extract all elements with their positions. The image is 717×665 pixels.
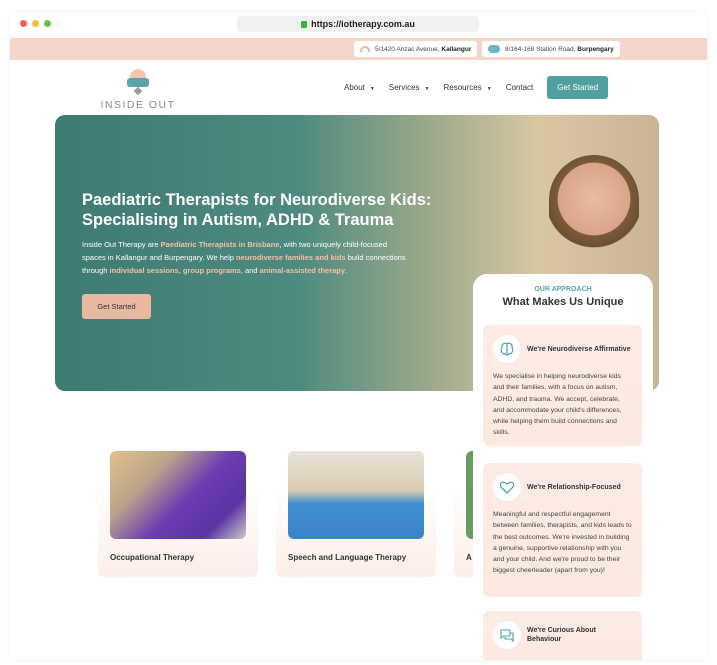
brain-icon	[493, 335, 521, 363]
rainbow-icon	[360, 46, 370, 52]
link-animal-assisted[interactable]: animal-assisted therapy	[260, 266, 345, 275]
address-bar[interactable]: https://iotherapy.com.au	[237, 16, 479, 32]
hero-title: Paediatric Therapists for Neurodiverse K…	[82, 191, 432, 229]
lotus-logo-icon	[127, 69, 149, 97]
location-burpengary[interactable]: 8/164-168 Station Road, Burpengary	[482, 41, 620, 57]
service-card-speech[interactable]: Speech and Language Therapy	[276, 447, 436, 577]
section-heading: What Makes Us Unique	[502, 296, 624, 308]
hero-photo	[549, 155, 639, 265]
logo[interactable]: INSIDE OUT	[98, 69, 178, 111]
approach-panel: OUR APPROACH What Makes Us Unique We're …	[473, 274, 653, 660]
lock-icon	[301, 20, 308, 28]
suburb: Burpengary	[577, 45, 614, 53]
link-neurodiverse[interactable]: neurodiverse families and kids	[236, 253, 346, 262]
caret-down-icon: ▼	[424, 86, 430, 92]
service-photo	[110, 451, 246, 539]
service-card-occupational[interactable]: Occupational Therapy	[98, 447, 258, 577]
window-controls	[20, 20, 51, 27]
minimize-dot[interactable]	[32, 20, 39, 27]
hero-get-started-button[interactable]: Get Started	[82, 294, 151, 319]
link-individual-sessions[interactable]: individual sessions	[110, 266, 179, 275]
nav-contact[interactable]: Contact	[506, 83, 534, 92]
brain-icon	[488, 45, 500, 53]
service-title: Speech and Language Therapy	[288, 553, 407, 562]
approach-card: We're Neurodiverse Affirmative We specia…	[483, 325, 642, 446]
browser-window: https://iotherapy.com.au 5/1420 Anzac Av…	[10, 12, 707, 660]
service-title: Occupational Therapy	[110, 553, 195, 562]
link-paediatric-therapists[interactable]: Paediatric Therapists in Brisbane	[161, 240, 280, 249]
approach-card: We're Curious About Behaviour	[483, 611, 642, 660]
suburb: Kallangur	[441, 45, 472, 53]
heart-icon	[493, 473, 521, 501]
service-photo	[288, 451, 424, 539]
nav-about[interactable]: About ▼	[344, 83, 375, 92]
nav-services[interactable]: Services ▼	[389, 83, 430, 92]
section-kicker: OUR APPROACH	[534, 286, 592, 293]
service-title: A	[466, 553, 472, 562]
link-group-programs[interactable]: group programs	[183, 266, 241, 275]
maximize-dot[interactable]	[44, 20, 51, 27]
street: 5/1420 Anzac Avenue,	[375, 45, 440, 53]
close-dot[interactable]	[20, 20, 27, 27]
get-started-button[interactable]: Get Started	[547, 76, 609, 99]
chat-bubbles-icon	[493, 621, 521, 649]
hero-description: Inside Out Therapy are Paediatric Therap…	[82, 240, 406, 275]
main-nav: About ▼ Services ▼ Resources ▼ Contact Get …	[344, 76, 609, 99]
caret-down-icon: ▼	[369, 86, 375, 92]
caret-down-icon: ▼	[486, 86, 492, 92]
location-bar: 5/1420 Anzac Avenue, Kallangur 8/164-168…	[10, 38, 707, 60]
street: 8/164-168 Station Road,	[505, 45, 576, 53]
location-kallangur[interactable]: 5/1420 Anzac Avenue, Kallangur	[354, 41, 478, 57]
url-text: https://iotherapy.com.au	[311, 19, 415, 29]
logo-text: INSIDE OUT	[100, 99, 176, 111]
approach-card: We're Relationship-Focused Meaningful an…	[483, 463, 642, 597]
nav-resources[interactable]: Resources ▼	[444, 83, 492, 92]
